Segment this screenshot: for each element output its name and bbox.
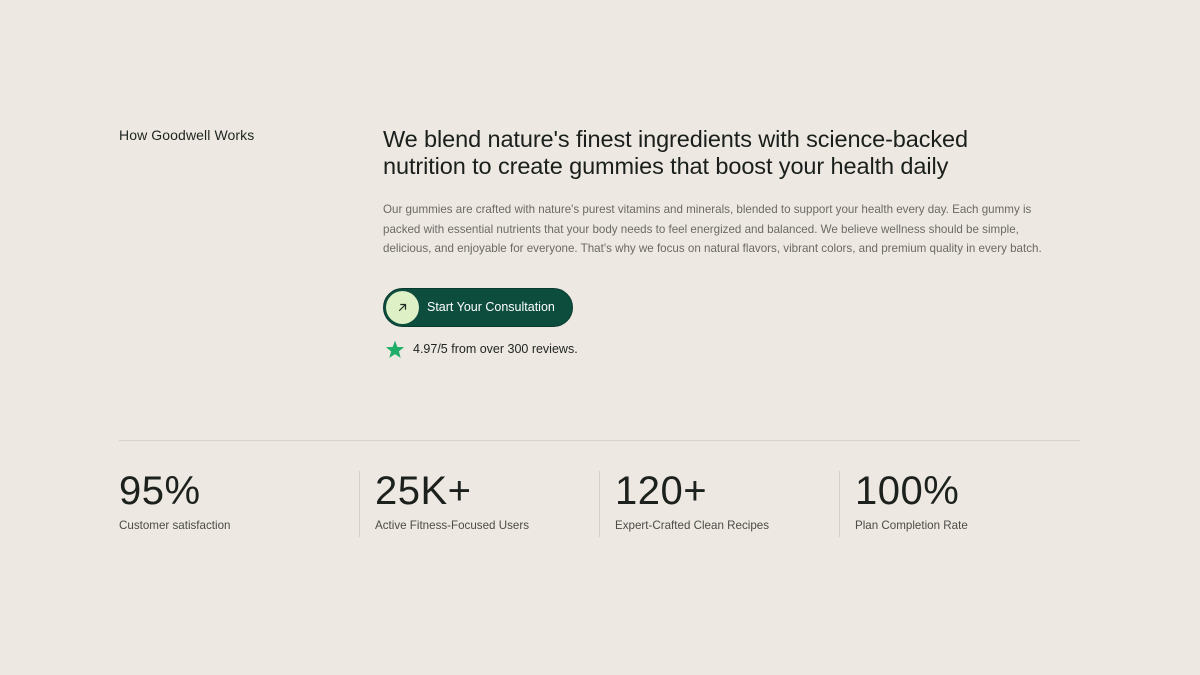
arrow-up-right-icon <box>386 290 419 324</box>
hero-headline: We blend nature's finest ingredients wit… <box>383 126 1073 180</box>
stat-customer-satisfaction: 95% Customer satisfaction <box>119 471 230 537</box>
stat-label: Customer satisfaction <box>119 519 231 532</box>
start-consultation-button[interactable]: Start Your Consultation <box>383 287 573 327</box>
stat-value: 100% <box>855 469 960 513</box>
hero-headline-line-2: nutrition to create gummies that boost y… <box>383 153 949 179</box>
section-divider <box>119 440 1080 441</box>
stat-value: 95% <box>119 469 201 513</box>
stat-label: Expert-Crafted Clean Recipes <box>615 519 770 532</box>
star-icon <box>385 340 405 358</box>
start-consultation-label: Start Your Consultation <box>427 300 555 314</box>
rating: 4.97/5 from over 300 reviews. <box>383 340 1073 359</box>
hero-body: Our gummies are crafted with nature's pu… <box>383 203 1042 255</box>
stat-plan-completion: 100% Plan Completion Rate <box>839 471 968 537</box>
stat-label: Active Fitness-Focused Users <box>375 519 529 532</box>
stat-clean-recipes: 120+ Expert-Crafted Clean Recipes <box>599 471 769 537</box>
stat-label: Plan Completion Rate <box>855 519 968 532</box>
hero-content: We blend nature's finest ingredients wit… <box>383 126 1073 359</box>
stats-row: 95% Customer satisfaction 25K+ Active Fi… <box>119 471 1080 537</box>
hero-headline-line-1: We blend nature's finest ingredients wit… <box>383 126 968 152</box>
section-label: How Goodwell Works <box>119 127 255 143</box>
stat-value: 120+ <box>615 469 708 513</box>
rating-text: 4.97/5 from over 300 reviews. <box>413 342 578 356</box>
stat-active-users: 25K+ Active Fitness-Focused Users <box>359 471 529 537</box>
stat-value: 25K+ <box>375 469 472 513</box>
